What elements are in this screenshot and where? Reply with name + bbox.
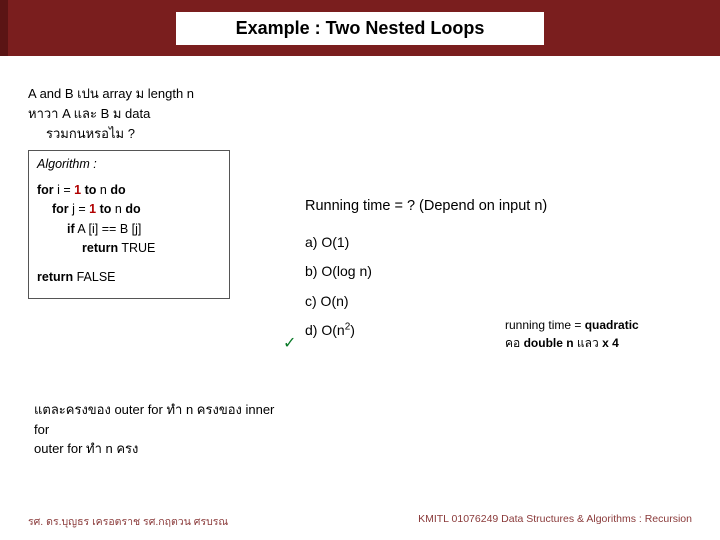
option-b: b) O(log n) [305,257,547,286]
option-c: c) O(n) [305,287,547,316]
check-icon: ✓ [283,327,296,361]
code-line: return FALSE [37,268,221,287]
note-line: แตละครงของ outer for ทำ n ครงของ inner [34,400,674,420]
note-line: outer for ทำ n ครง [34,439,674,459]
title-bar: Example : Two Nested Loops [0,0,720,56]
problem-line: หาวา A และ B ม data [28,104,378,124]
option-a: a) O(1) [305,228,547,257]
question-column: Running time = ? (Depend on input n) ✓ a… [305,198,547,346]
answer-options: ✓ a) O(1) b) O(log n) c) O(n) d) O(n2) r… [305,228,547,346]
note-line: for [34,420,674,440]
title-accent [0,0,8,56]
code-line: if A [i] == B [j] [37,220,221,239]
code-line: for i = 1 to n do [37,181,221,200]
explanation: running time = quadratic คอ double n แลว… [505,316,705,352]
code-line: return TRUE [37,239,221,258]
problem-line: รวมกนหรอไม ? [28,124,378,144]
footer-authors: รศ. ดร.บุญธร เครอตราช รศ.กฤตวน ศรบรณ [28,513,228,530]
problem-statement: A and B เปน array ม length n หาวา A และ … [28,84,378,144]
code-line: for j = 1 to n do [37,200,221,219]
problem-line: A and B เปน array ม length n [28,84,378,104]
slide-title: Example : Two Nested Loops [176,12,545,45]
algorithm-label: Algorithm : [37,155,221,174]
algorithm-box: Algorithm : for i = 1 to n do for j = 1 … [28,150,230,298]
footer-course: KMITL 01076249 Data Structures & Algorit… [418,513,692,530]
footer: รศ. ดร.บุญธร เครอตราช รศ.กฤตวน ศรบรณ KMI… [0,513,720,530]
running-time-question: Running time = ? (Depend on input n) [305,198,547,214]
bottom-notes: แตละครงของ outer for ทำ n ครงของ inner f… [34,400,674,459]
